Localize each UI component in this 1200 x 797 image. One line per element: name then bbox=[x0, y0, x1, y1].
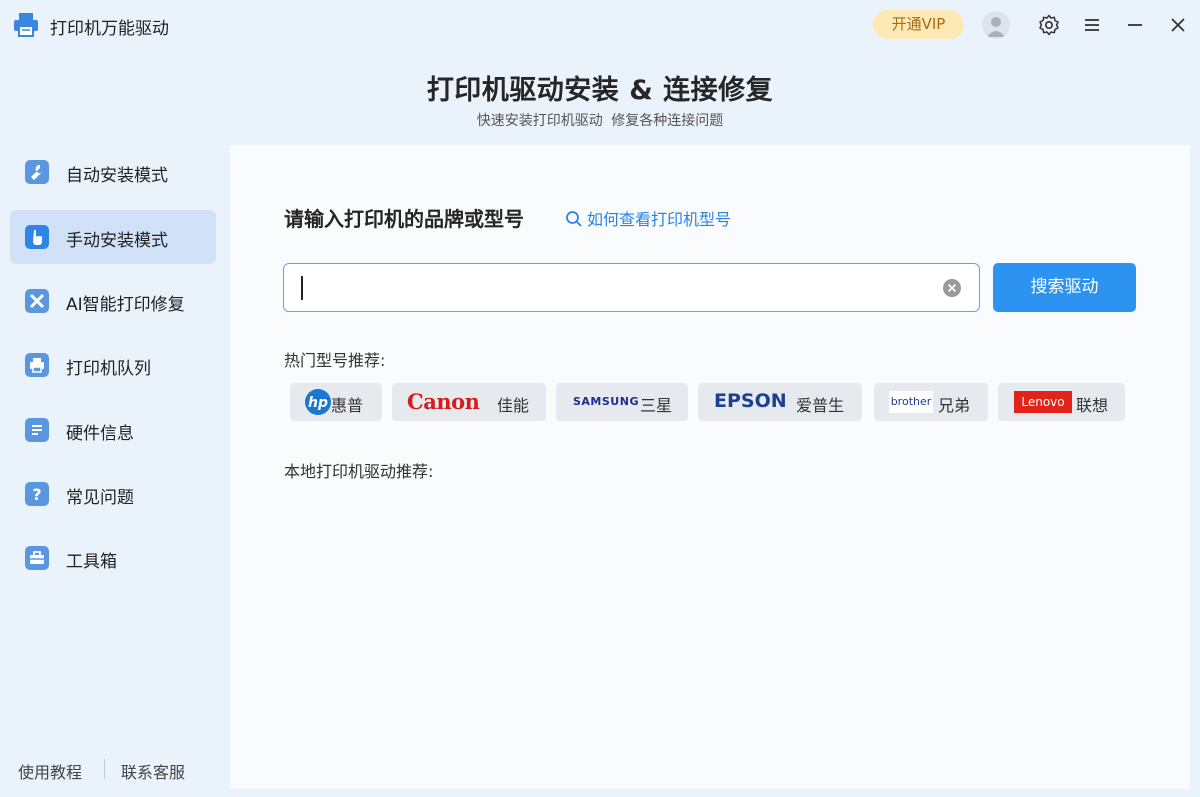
brand-chip-canon[interactable]: Canon 佳能 bbox=[392, 383, 546, 421]
sidebar-item-printer-queue[interactable]: 打印机队列 bbox=[10, 338, 216, 392]
svg-text:?: ? bbox=[32, 485, 41, 504]
minimize-icon[interactable] bbox=[1123, 13, 1147, 37]
hand-pointer-icon bbox=[25, 225, 49, 249]
brand-name: 惠普 bbox=[331, 396, 364, 415]
page-title: 打印机驱动安装 & 连接修复 bbox=[426, 75, 774, 106]
tutorial-link[interactable]: 使用教程 bbox=[18, 759, 82, 783]
footer-divider bbox=[104, 759, 105, 779]
support-link[interactable]: 联系客服 bbox=[121, 759, 185, 783]
samsung-logo: SAMSUNG bbox=[573, 395, 639, 408]
sidebar-item-label: 打印机队列 bbox=[66, 359, 151, 379]
brand-chip-samsung[interactable]: SAMSUNG 三星 bbox=[556, 383, 688, 421]
model-help-link[interactable]: 如何查看打印机型号 bbox=[565, 206, 731, 230]
sidebar-item-label: AI智能打印修复 bbox=[66, 295, 185, 315]
svg-text:hp: hp bbox=[308, 395, 328, 411]
printer-logo-icon bbox=[14, 13, 38, 37]
wrench-icon bbox=[25, 160, 49, 184]
search-icon bbox=[566, 211, 582, 227]
search-field[interactable] bbox=[283, 263, 980, 312]
printer-icon bbox=[25, 353, 49, 377]
model-help-label: 如何查看打印机型号 bbox=[587, 210, 732, 229]
brand-chip-brother[interactable]: brother 兄弟 bbox=[874, 383, 988, 421]
brand-name: 佳能 bbox=[497, 396, 530, 415]
canon-logo: Canon bbox=[407, 389, 480, 414]
brand-name: 联想 bbox=[1076, 396, 1109, 415]
title-bar: 打印机万能驱动 开通VIP bbox=[0, 0, 1200, 50]
clear-input-icon[interactable] bbox=[942, 278, 962, 298]
hot-models-label: 热门型号推荐: bbox=[284, 351, 386, 370]
search-driver-button[interactable]: 搜索驱动 bbox=[993, 263, 1136, 312]
sidebar-item-faq[interactable]: ? 常见问题 bbox=[10, 467, 216, 521]
user-icon bbox=[987, 17, 1005, 37]
sidebar-item-label: 手动安装模式 bbox=[66, 231, 168, 251]
app-title: 打印机万能驱动 bbox=[50, 19, 169, 39]
hp-logo: hp bbox=[305, 389, 331, 415]
search-input[interactable] bbox=[296, 273, 936, 303]
sidebar-item-label: 常见问题 bbox=[66, 488, 134, 508]
menu-icon[interactable] bbox=[1080, 13, 1104, 37]
vip-button[interactable]: 开通VIP bbox=[873, 10, 964, 39]
brand-name: 兄弟 bbox=[938, 396, 971, 415]
sidebar-item-auto-install[interactable]: 自动安装模式 bbox=[10, 145, 216, 199]
sidebar-item-label: 工具箱 bbox=[66, 552, 117, 572]
brand-chip-lenovo[interactable]: Lenovo 联想 bbox=[998, 383, 1125, 421]
sidebar-item-manual-install[interactable]: 手动安装模式 bbox=[10, 210, 216, 264]
sidebar-item-label: 自动安装模式 bbox=[66, 166, 168, 186]
brand-name: 爱普生 bbox=[796, 396, 845, 415]
sidebar-item-hardware-info[interactable]: 硬件信息 bbox=[10, 403, 216, 457]
settings-gear-icon[interactable] bbox=[1037, 13, 1061, 37]
sidebar-item-toolbox[interactable]: 工具箱 bbox=[10, 531, 216, 585]
main-panel: 请输入打印机的品牌或型号 如何查看打印机型号 搜索驱动 热门型号推荐: hp 惠… bbox=[230, 145, 1190, 789]
brother-logo: brother bbox=[889, 391, 933, 413]
brand-name: 三星 bbox=[640, 396, 673, 415]
close-icon[interactable] bbox=[1166, 13, 1190, 37]
lenovo-logo: Lenovo bbox=[1014, 391, 1072, 413]
search-title: 请输入打印机的品牌或型号 bbox=[284, 207, 524, 231]
local-drivers-label: 本地打印机驱动推荐: bbox=[284, 462, 434, 481]
brand-chip-epson[interactable]: EPSON 爱普生 bbox=[698, 383, 862, 421]
sidebar-item-label: 硬件信息 bbox=[66, 424, 134, 444]
text-caret bbox=[301, 276, 303, 300]
sidebar-item-ai-repair[interactable]: AI智能打印修复 bbox=[10, 274, 216, 328]
epson-logo: EPSON bbox=[714, 390, 787, 412]
list-icon bbox=[25, 418, 49, 442]
tools-icon bbox=[25, 289, 49, 313]
page-subtitle: 快速安装打印机驱动 修复各种连接问题 bbox=[476, 113, 724, 129]
brand-chip-hp[interactable]: hp 惠普 bbox=[290, 383, 382, 421]
avatar[interactable] bbox=[982, 11, 1010, 39]
toolbox-icon bbox=[25, 546, 49, 570]
question-icon: ? bbox=[25, 482, 49, 506]
